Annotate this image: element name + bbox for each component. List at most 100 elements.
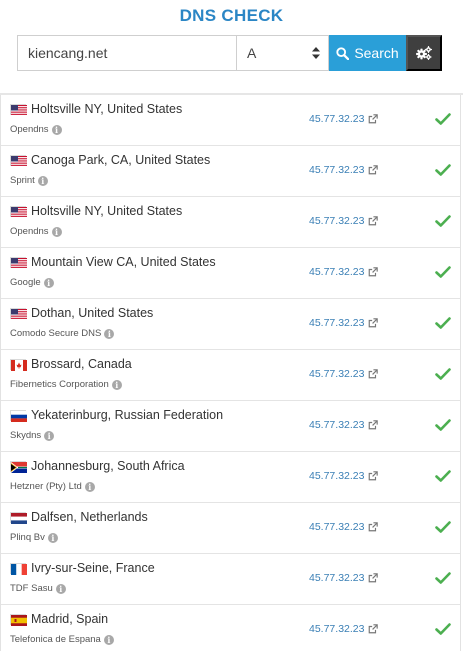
location-label: Dalfsen, Netherlands	[31, 510, 148, 524]
external-link-icon[interactable]	[368, 216, 379, 226]
check-icon	[435, 469, 451, 483]
result-row: Dothan, United States Comodo Secure DNS i 4…	[1, 299, 460, 350]
ip-address-link[interactable]: 45.77.32.23	[309, 572, 379, 584]
info-icon[interactable]: i	[44, 430, 55, 441]
info-icon[interactable]: i	[84, 481, 95, 492]
external-link-icon[interactable]	[368, 624, 379, 634]
ip-address-link[interactable]: 45.77.32.23	[309, 317, 379, 329]
external-link-icon[interactable]	[368, 318, 379, 328]
location-label: Canoga Park, CA, United States	[31, 153, 211, 167]
info-icon[interactable]: i	[111, 379, 122, 390]
result-row: Brossard, Canada Fibernetics Corporation i…	[1, 350, 460, 401]
nl-flag-icon	[10, 511, 27, 524]
ip-address-link[interactable]: 45.77.32.23	[309, 470, 379, 482]
ip-address[interactable]: 45.77.32.23	[309, 470, 364, 482]
location: Holtsville NY, United States	[10, 102, 182, 116]
check-icon	[435, 265, 451, 279]
info-icon[interactable]: i	[43, 277, 54, 288]
external-link-icon[interactable]	[368, 165, 379, 175]
us-flag-icon	[10, 103, 27, 116]
provider-label: Skydns	[10, 430, 42, 441]
location: Johannesburg, South Africa	[10, 459, 185, 473]
check-icon	[435, 622, 451, 636]
ip-address-link[interactable]: 45.77.32.23	[309, 113, 379, 125]
result-row: Mountain View CA, United States Google i 45…	[1, 248, 460, 299]
ip-address[interactable]: 45.77.32.23	[309, 113, 364, 125]
ip-address-link[interactable]: 45.77.32.23	[309, 368, 379, 380]
provider: Skydns i	[10, 430, 55, 441]
external-link-icon[interactable]	[368, 420, 379, 430]
ip-address-link[interactable]: 45.77.32.23	[309, 266, 379, 278]
external-link-icon[interactable]	[368, 573, 379, 583]
ip-address[interactable]: 45.77.32.23	[309, 164, 364, 176]
page-title: DNS CHECK	[179, 6, 284, 25]
ip-address[interactable]: 45.77.32.23	[309, 521, 364, 533]
ip-address[interactable]: 45.77.32.23	[309, 215, 364, 227]
location-label: Madrid, Spain	[31, 612, 109, 626]
es-flag-icon	[10, 613, 27, 626]
us-flag-icon	[10, 154, 27, 167]
result-row: Johannesburg, South Africa Hetzner (Pty) …	[1, 452, 460, 503]
domain-input[interactable]	[17, 35, 236, 71]
ru-flag-icon	[10, 409, 27, 422]
external-link-icon[interactable]	[368, 522, 379, 532]
external-link-icon[interactable]	[368, 471, 379, 481]
location-label: Mountain View CA, United States	[31, 255, 216, 269]
settings-button[interactable]	[406, 35, 442, 71]
location: Dalfsen, Netherlands	[10, 510, 148, 524]
location-label: Yekaterinburg, Russian Federation	[31, 408, 224, 422]
location: Brossard, Canada	[10, 357, 132, 371]
external-link-icon[interactable]	[368, 267, 379, 277]
info-icon[interactable]: i	[47, 532, 58, 543]
provider-label: Sprint	[10, 175, 35, 186]
sort-arrows-icon	[312, 47, 320, 59]
provider-label: Comodo Secure DNS	[10, 328, 102, 339]
ip-address[interactable]: 45.77.32.23	[309, 419, 364, 431]
info-icon[interactable]: i	[55, 583, 66, 594]
ip-address-link[interactable]: 45.77.32.23	[309, 623, 379, 635]
ip-address-link[interactable]: 45.77.32.23	[309, 521, 379, 533]
ip-address[interactable]: 45.77.32.23	[309, 572, 364, 584]
check-icon	[435, 214, 451, 228]
check-icon	[435, 316, 451, 330]
info-icon[interactable]: i	[51, 124, 62, 135]
external-link-icon[interactable]	[368, 114, 379, 124]
search-icon	[336, 46, 350, 60]
check-icon	[435, 520, 451, 534]
info-icon[interactable]: i	[104, 328, 115, 339]
ip-address-link[interactable]: 45.77.32.23	[309, 215, 379, 227]
ip-address[interactable]: 45.77.32.23	[309, 623, 364, 635]
ip-address[interactable]: 45.77.32.23	[309, 368, 364, 380]
result-row: Canoga Park, CA, United States Sprint i 45.…	[1, 146, 460, 197]
location: Holtsville NY, United States	[10, 204, 182, 218]
record-type-value: A	[247, 45, 257, 61]
cogs-icon	[416, 46, 432, 60]
check-icon	[435, 418, 451, 432]
provider: Plinq Bv i	[10, 532, 58, 543]
us-flag-icon	[10, 256, 27, 269]
info-icon[interactable]: i	[51, 226, 62, 237]
ip-address[interactable]: 45.77.32.23	[309, 266, 364, 278]
provider-label: Hetzner (Pty) Ltd	[10, 481, 82, 492]
result-row: Holtsville NY, United States Opendns i 45.7…	[1, 95, 460, 146]
check-icon	[435, 112, 451, 126]
provider: Sprint i	[10, 175, 48, 186]
ip-address-link[interactable]: 45.77.32.23	[309, 419, 379, 431]
ip-address[interactable]: 45.77.32.23	[309, 317, 364, 329]
provider-label: Opendns	[10, 226, 49, 237]
info-icon[interactable]: i	[103, 634, 114, 645]
external-link-icon[interactable]	[368, 369, 379, 379]
location: Ivry-sur-Seine, France	[10, 561, 155, 575]
provider-label: Plinq Bv	[10, 532, 45, 543]
location: Mountain View CA, United States	[10, 255, 216, 269]
check-icon	[435, 571, 451, 585]
record-type-select[interactable]: A	[236, 35, 329, 71]
us-flag-icon	[10, 307, 27, 320]
provider: Opendns i	[10, 226, 62, 237]
provider: Opendns i	[10, 124, 62, 135]
info-icon[interactable]: i	[37, 175, 48, 186]
ip-address-link[interactable]: 45.77.32.23	[309, 164, 379, 176]
location: Dothan, United States	[10, 306, 153, 320]
provider-label: Fibernetics Corporation	[10, 379, 109, 390]
search-button[interactable]: Search	[329, 35, 406, 71]
